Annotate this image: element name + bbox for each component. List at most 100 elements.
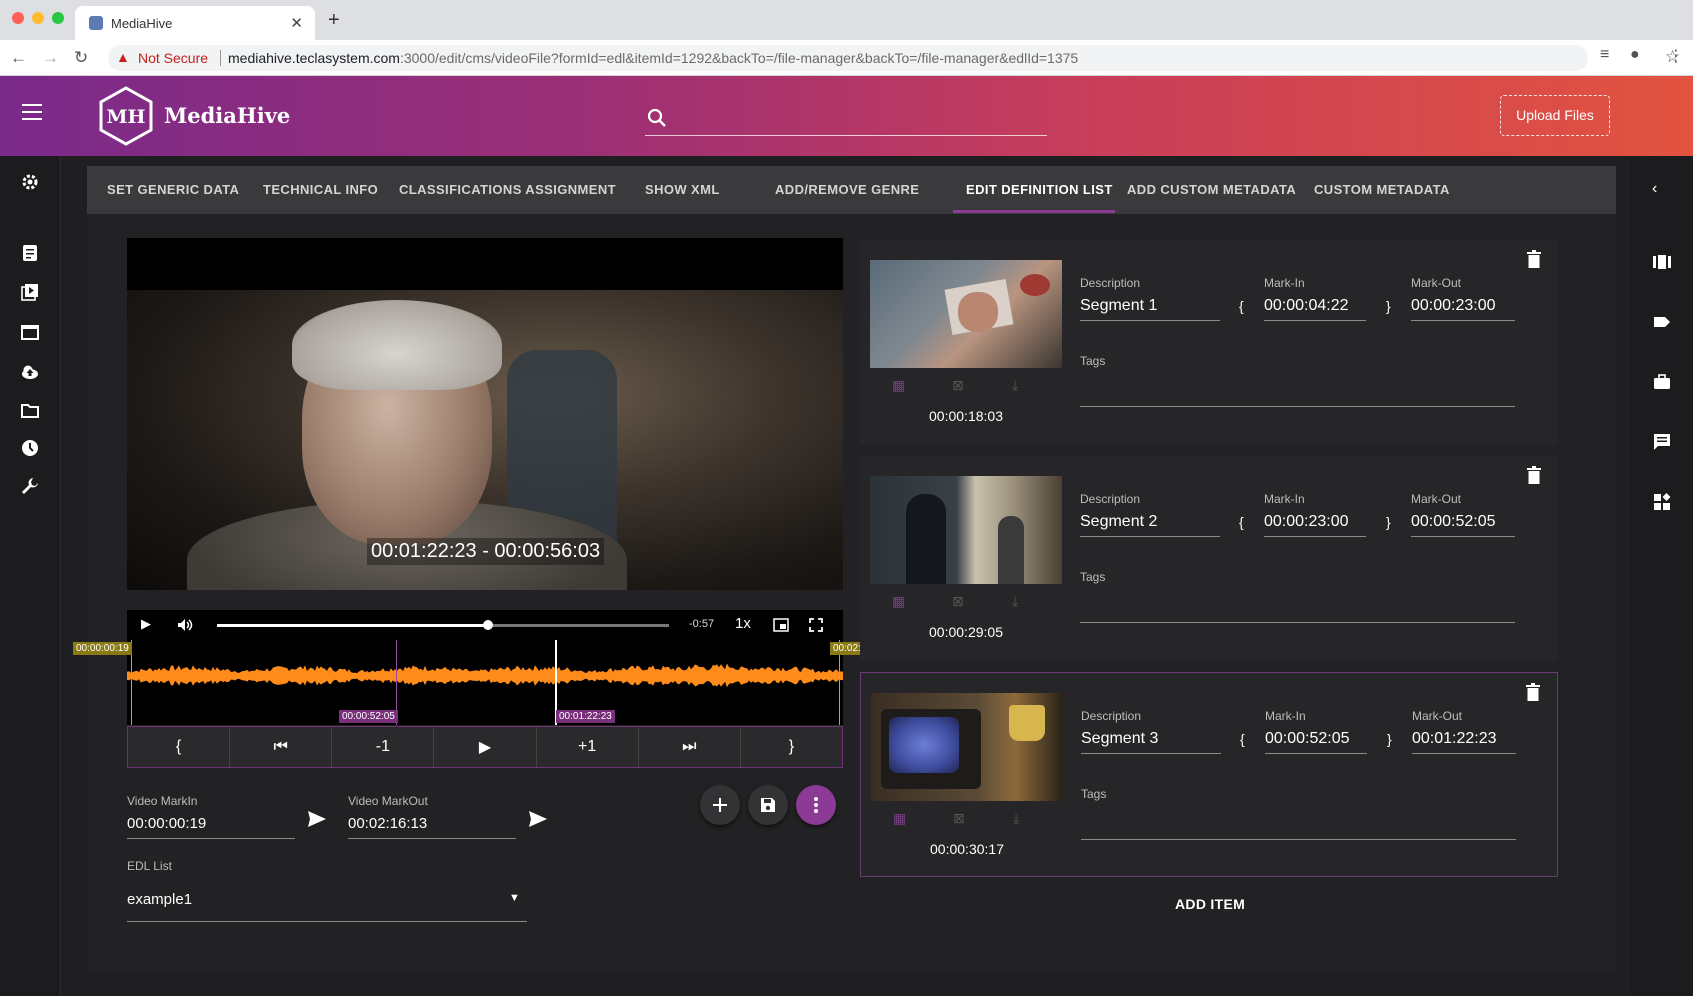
tab-custom-metadata[interactable]: CUSTOM METADATA <box>1314 182 1450 197</box>
omnibox[interactable]: ▲ Not Secure mediahive.teclasystem.com:3… <box>108 45 1680 71</box>
mark-out-brace[interactable]: } <box>1386 514 1391 530</box>
tab-add-custom-metadata[interactable]: ADD CUSTOM METADATA <box>1127 182 1296 197</box>
upload-files-button[interactable]: Upload Files <box>1500 95 1610 136</box>
tab-technical-info[interactable]: TECHNICAL INFO <box>263 182 378 197</box>
send-markout-icon[interactable] <box>528 810 548 828</box>
video-library-icon[interactable] <box>20 282 40 302</box>
tags-field[interactable] <box>1080 622 1515 623</box>
label-tag-icon[interactable] <box>1652 312 1672 332</box>
film-icon[interactable]: ▦ <box>892 593 905 610</box>
new-tab-button[interactable]: + <box>328 9 340 32</box>
history-clock-icon[interactable] <box>20 438 40 458</box>
audio-waveform[interactable]: 00:00:52:05 00:01:22:23 <box>127 640 843 725</box>
widgets-icon[interactable] <box>1652 492 1672 512</box>
skip-next-button[interactable]: ⏭ <box>639 727 741 767</box>
edl-list-select[interactable]: example1 <box>127 891 192 908</box>
more-options-button[interactable] <box>796 785 836 825</box>
picture-in-picture-icon[interactable] <box>773 618 789 632</box>
add-item-button[interactable]: ADD ITEM <box>1175 896 1245 912</box>
description-field[interactable]: Segment 1 <box>1080 297 1157 315</box>
segment-thumbnail[interactable] <box>870 476 1062 584</box>
clipboard-icon[interactable] <box>20 242 40 262</box>
search-input[interactable] <box>677 106 1037 130</box>
back-arrow-icon[interactable]: ← <box>10 48 27 68</box>
tab-add-remove-genre[interactable]: ADD/REMOVE GENRE <box>775 182 919 197</box>
step-back-button[interactable]: -1 <box>332 727 435 767</box>
close-tab-icon[interactable]: ✕ <box>290 14 303 32</box>
remove-thumbnail-icon[interactable]: ⊠ <box>953 810 965 827</box>
download-icon[interactable]: ⤓ <box>1012 377 1018 394</box>
mark-out-field[interactable]: 00:01:22:23 <box>1412 730 1497 748</box>
step-forward-button[interactable]: +1 <box>537 727 639 767</box>
delete-trash-icon[interactable] <box>1527 250 1541 268</box>
play-button[interactable]: ▶ <box>434 727 537 767</box>
mark-out-field[interactable]: 00:00:23:00 <box>1411 297 1496 315</box>
volume-icon[interactable] <box>177 618 193 632</box>
description-field[interactable]: Segment 3 <box>1081 730 1158 748</box>
minimize-window-button[interactable] <box>32 12 44 24</box>
remove-thumbnail-icon[interactable]: ⊠ <box>952 593 964 610</box>
tags-field[interactable] <box>1080 406 1515 407</box>
mark-in-field[interactable]: 00:00:52:05 <box>1265 730 1350 748</box>
folder-icon[interactable] <box>20 400 40 420</box>
collapse-chevron-left-icon[interactable]: ‹ <box>1652 180 1672 200</box>
tab-show-xml[interactable]: SHOW XML <box>645 182 720 197</box>
global-search[interactable] <box>645 100 1047 136</box>
description-field[interactable]: Segment 2 <box>1080 513 1157 531</box>
mark-in-brace[interactable]: { <box>1240 731 1245 747</box>
browser-tab[interactable]: MediaHive ✕ <box>75 6 315 40</box>
mark-in-field[interactable]: 00:00:23:00 <box>1264 513 1349 531</box>
save-button[interactable] <box>748 785 788 825</box>
mark-in-button[interactable]: { <box>128 727 231 767</box>
tab-classifications-assignment[interactable]: CLASSIFICATIONS ASSIGNMENT <box>399 182 616 197</box>
tab-set-generic-data[interactable]: SET GENERIC DATA <box>107 182 239 197</box>
segment-thumbnail[interactable] <box>870 260 1062 368</box>
remove-thumbnail-icon[interactable]: ⊠ <box>952 377 964 394</box>
security-label[interactable]: Not Secure <box>138 50 208 66</box>
add-segment-button[interactable] <box>700 785 740 825</box>
window-icon[interactable] <box>20 322 40 342</box>
mark-out-brace[interactable]: } <box>1387 731 1392 747</box>
mark-in-field[interactable]: 00:00:04:22 <box>1264 297 1349 315</box>
film-icon[interactable]: ▦ <box>892 377 905 394</box>
tags-field[interactable] <box>1081 839 1516 840</box>
comment-icon[interactable] <box>1652 432 1672 452</box>
maximize-window-button[interactable] <box>52 12 64 24</box>
mark-in-brace[interactable]: { <box>1239 514 1244 530</box>
mark-out-button[interactable]: } <box>741 727 842 767</box>
delete-trash-icon[interactable] <box>1527 466 1541 484</box>
mark-out-field[interactable]: 00:00:52:05 <box>1411 513 1496 531</box>
video-markin-field[interactable]: 00:00:00:19 <box>127 815 206 832</box>
playback-rate-button[interactable]: 1x <box>735 615 751 632</box>
forward-arrow-icon[interactable]: → <box>42 48 59 68</box>
film-strip-icon[interactable] <box>1652 252 1672 272</box>
play-icon[interactable]: ▶ <box>141 616 151 632</box>
settings-gear-icon[interactable] <box>20 172 40 192</box>
skip-previous-button[interactable]: ⏮ <box>230 727 333 767</box>
briefcase-icon[interactable] <box>1652 372 1672 392</box>
fullscreen-icon[interactable] <box>809 618 823 632</box>
mark-out-brace[interactable]: } <box>1386 298 1391 314</box>
download-icon[interactable]: ⤓ <box>1013 810 1019 827</box>
close-window-button[interactable] <box>12 12 24 24</box>
dropdown-arrow-icon[interactable]: ▼ <box>509 892 520 904</box>
url-text[interactable]: mediahive.teclasystem.com:3000/edit/cms/… <box>228 50 1078 66</box>
wrench-icon[interactable] <box>20 476 40 496</box>
send-markin-icon[interactable] <box>307 810 327 828</box>
media-queue-icon[interactable]: ≡ <box>1600 46 1609 64</box>
segment-thumbnail[interactable] <box>871 693 1063 801</box>
hamburger-menu-icon[interactable] <box>22 104 42 125</box>
video-markout-field[interactable]: 00:02:16:13 <box>348 815 427 832</box>
seek-knob[interactable] <box>483 620 494 630</box>
seek-bar[interactable] <box>217 620 669 630</box>
browser-menu-icon[interactable]: ⋮ <box>1668 46 1684 66</box>
profile-avatar-icon[interactable]: ● <box>1630 46 1640 64</box>
delete-trash-icon[interactable] <box>1526 683 1540 701</box>
film-icon[interactable]: ▦ <box>893 810 906 827</box>
reload-icon[interactable]: ↻ <box>74 48 88 68</box>
download-icon[interactable]: ⤓ <box>1012 593 1018 610</box>
video-player[interactable]: 00:01:22:23 - 00:00:56:03 <box>127 238 843 590</box>
tab-edit-definition-list[interactable]: EDIT DEFINITION LIST <box>966 182 1113 197</box>
cloud-upload-icon[interactable] <box>20 362 40 382</box>
mark-in-brace[interactable]: { <box>1239 298 1244 314</box>
